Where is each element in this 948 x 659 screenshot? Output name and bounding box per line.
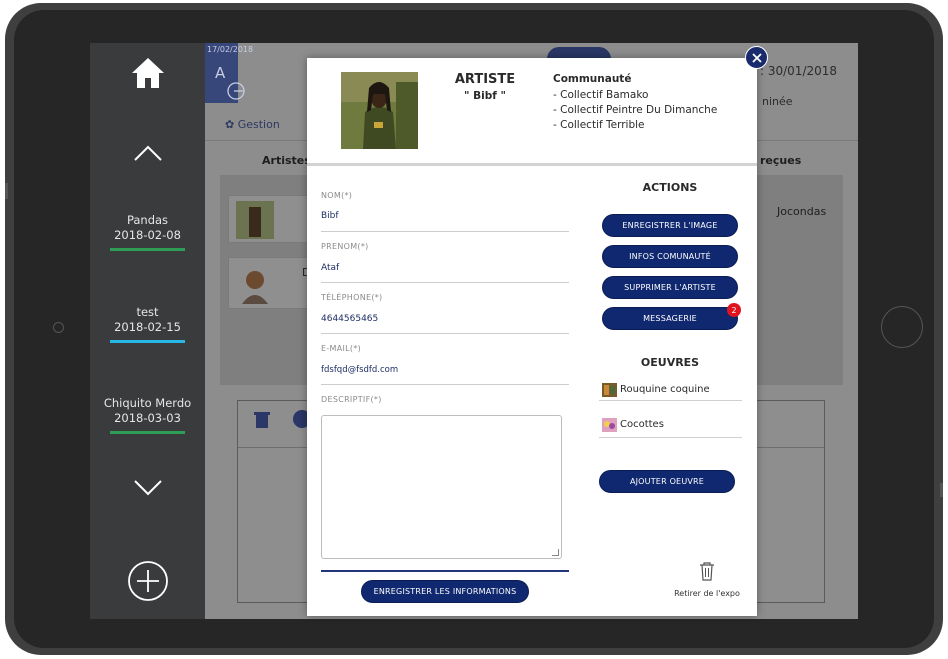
expo-date: 17/02/2018 [207, 45, 254, 54]
trash-icon[interactable] [254, 411, 270, 429]
sidebar-item-date: 2018-02-15 [114, 320, 181, 334]
infos-communaute-button[interactable]: INFOS COMUNAUTÉ [602, 245, 738, 268]
oeuvre-item[interactable]: Cocottes [599, 412, 742, 438]
home-icon[interactable] [90, 56, 205, 90]
gear-icon: ✿ [225, 118, 235, 131]
add-circle-icon[interactable] [90, 560, 205, 602]
sidebar-item-name: Chiquito Merdo [103, 396, 192, 410]
add-oeuvre-button[interactable]: AJOUTER OEUVRE [599, 470, 735, 493]
artist-photo[interactable] [341, 72, 418, 149]
modal-title: ARTISTE [454, 72, 516, 87]
oeuvre-title: Rouquine coquine [620, 384, 710, 395]
telephone-field[interactable]: 4644565465 [321, 314, 378, 324]
oeuvre-thumbnail [602, 417, 617, 432]
artist-modal: ARTISTE " Bibf " Communauté - Collectif … [307, 58, 757, 616]
prenom-label: PRENOM(*) [321, 242, 369, 251]
tab-gestion-label: Gestion [237, 118, 280, 131]
sidebar-item-expo[interactable]: test 2018-02-15 [90, 305, 205, 343]
expo-letter: A [215, 64, 226, 82]
community-item: - Collectif Terrible [553, 119, 645, 131]
tablet-side-button [940, 483, 943, 497]
modal-divider [307, 163, 757, 166]
artist-name: " Bibf " [464, 90, 506, 102]
tab-gestion[interactable]: ✿ Gestion [225, 118, 280, 131]
remove-from-expo-label[interactable]: Retirer de l'expo [667, 589, 747, 598]
field-underline [321, 333, 569, 334]
oeuvres-title: OEUVRES [640, 356, 700, 369]
save-image-button[interactable]: ENREGISTRER L'IMAGE [602, 214, 738, 237]
chevron-up-icon[interactable] [90, 143, 205, 163]
artist-card[interactable]: D [228, 257, 310, 309]
sidebar-item-date: 2018-03-03 [114, 411, 181, 425]
oeuvre-item[interactable]: Rouquine coquine [599, 379, 742, 401]
field-underline [321, 282, 569, 283]
sidebar-item-expo[interactable]: Chiquito Merdo 2018-03-03 [90, 396, 205, 434]
descriptif-label: DESCRIPTIF(*) [321, 395, 382, 404]
sidebar-item-name: Pandas [126, 213, 169, 227]
trash-icon[interactable] [699, 561, 715, 581]
nom-field[interactable]: Bibf [321, 211, 339, 221]
close-icon[interactable] [745, 46, 768, 69]
column-artistes: Artistes [262, 154, 311, 167]
email-field[interactable]: fdsfqd@fsdfd.com [321, 365, 398, 375]
community-item: - Collectif Bamako [553, 89, 649, 101]
nom-label: NOM(*) [321, 191, 353, 200]
field-underline [321, 231, 569, 232]
artist-thumbnail [242, 271, 268, 304]
community-title: Communauté [553, 73, 632, 85]
resize-handle[interactable] [552, 549, 559, 556]
delete-artist-button[interactable]: SUPPRIMER L'ARTISTE [602, 276, 738, 299]
form-divider [321, 570, 569, 572]
chevron-down-icon[interactable] [90, 478, 205, 498]
artist-thumbnail [236, 201, 274, 239]
tablet-side-button [5, 183, 8, 199]
community-list: - Collectif Bamako - Collectif Peintre D… [553, 88, 717, 133]
email-label: E-MAIL(*) [321, 344, 362, 353]
expo-end-date: : 30/01/2018 [760, 64, 838, 78]
sidebar-item-date: 2018-02-08 [114, 228, 181, 242]
community-item: - Collectif Peintre Du Dimanche [553, 104, 718, 116]
sidebar: Pandas 2018-02-08 test 2018-02-15 Chiqui… [90, 43, 205, 619]
oeuvre-recue: Jocondas [777, 205, 827, 218]
sidebar-item-indicator [110, 248, 185, 251]
sidebar-item-indicator [110, 431, 185, 434]
column-recues: reçues [760, 154, 802, 167]
messagerie-badge: 2 [727, 303, 741, 317]
oeuvre-title: Cocottes [620, 419, 664, 430]
tablet-home-button[interactable] [881, 306, 923, 348]
artist-card[interactable] [228, 195, 308, 243]
sidebar-item-expo[interactable]: Pandas 2018-02-08 [90, 213, 205, 251]
logout-icon[interactable] [226, 81, 246, 101]
oeuvre-thumbnail [602, 382, 617, 397]
prenom-field[interactable]: Ataf [321, 263, 339, 273]
descriptif-textarea[interactable] [321, 415, 562, 559]
telephone-label: TÉLÉPHONE(*) [321, 293, 383, 302]
sidebar-item-indicator [110, 340, 185, 343]
expo-badge: 17/02/2018 A [205, 43, 253, 103]
sidebar-item-name: test [136, 305, 159, 319]
messagerie-button[interactable]: MESSAGERIE [602, 307, 738, 330]
actions-title: ACTIONS [642, 181, 698, 194]
field-underline [321, 384, 569, 385]
bg-text: ninée [762, 95, 793, 108]
tablet-camera [53, 322, 64, 333]
save-info-button[interactable]: ENREGISTRER LES INFORMATIONS [361, 580, 529, 603]
